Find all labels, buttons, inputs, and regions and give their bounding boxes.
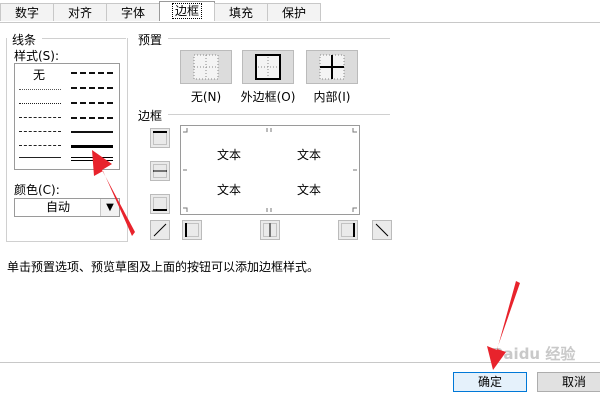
border-diagonal-up-button[interactable] <box>150 220 170 240</box>
preset-none-label: 无(N) <box>190 90 222 104</box>
tab-font[interactable]: 字体 <box>106 3 160 21</box>
line-style-dashed[interactable] <box>19 145 61 146</box>
border-diagonal-down-icon <box>375 223 389 237</box>
line-style-thin[interactable] <box>19 157 61 158</box>
border-preview[interactable]: 文本 文本 文本 文本 <box>180 125 360 215</box>
border-inside-vertical-icon <box>263 223 277 237</box>
line-style-list[interactable]: 无 <box>14 63 120 170</box>
tab-alignment[interactable]: 对齐 <box>53 3 107 21</box>
line-group-title: 线条 <box>12 33 37 47</box>
watermark: Baidu 经验 <box>492 345 576 363</box>
line-group-frame-left <box>6 38 7 242</box>
border-middle-vertical-button[interactable] <box>260 220 280 240</box>
preset-inside-label: 内部(I) <box>313 90 351 104</box>
border-diagonal-up-icon <box>153 223 167 237</box>
color-label: 颜色(C): <box>14 183 60 197</box>
border-inside-icon <box>319 54 345 80</box>
border-middle-horizontal-button[interactable] <box>150 161 170 181</box>
line-style-medium[interactable] <box>71 131 113 133</box>
preset-group-title: 预置 <box>138 33 163 47</box>
tab-bar: 数字 对齐 字体 边框 填充 保护 <box>0 0 600 23</box>
preset-none-button[interactable] <box>180 50 232 84</box>
color-value: 自动 <box>45 200 70 214</box>
border-right-button[interactable] <box>338 220 358 240</box>
line-style-medium-dash-dot-dot[interactable] <box>71 72 113 74</box>
border-bottom-icon <box>153 197 167 211</box>
preset-group-separator <box>168 38 390 39</box>
chevron-down-icon[interactable]: ▼ <box>100 199 119 216</box>
hint-text: 单击预置选项、预览草图及上面的按钮可以添加边框样式。 <box>7 260 320 274</box>
line-style-none[interactable]: 无 <box>33 66 45 83</box>
preset-outline-button[interactable] <box>242 50 294 84</box>
line-style-dotted[interactable] <box>19 103 61 104</box>
tab-border[interactable]: 边框 <box>159 1 215 21</box>
preset-inside-button[interactable] <box>306 50 358 84</box>
preset-outline-label: 外边框(O) <box>240 90 296 104</box>
color-dropdown[interactable]: 自动 ▼ <box>14 198 120 217</box>
preview-corner-marks <box>183 128 357 212</box>
border-right-icon <box>341 223 355 237</box>
line-group-separator <box>42 38 126 39</box>
line-group-frame-bottom <box>6 241 128 242</box>
border-outline-icon <box>255 54 281 80</box>
border-top-icon <box>153 131 167 145</box>
border-top-button[interactable] <box>150 128 170 148</box>
style-label: 样式(S): <box>14 49 60 63</box>
border-group-title: 边框 <box>138 109 163 123</box>
cancel-button[interactable]: 取消 <box>537 372 600 392</box>
tab-number[interactable]: 数字 <box>0 3 54 21</box>
line-style-medium-dash-dot[interactable] <box>71 102 113 104</box>
border-bottom-button[interactable] <box>150 194 170 214</box>
border-none-icon <box>193 54 219 80</box>
line-style-dash-dot-dot[interactable] <box>19 117 61 118</box>
line-style-medium-dashed[interactable] <box>71 117 113 119</box>
line-style-double[interactable] <box>71 157 113 161</box>
border-left-icon <box>185 223 199 237</box>
line-style-thick[interactable] <box>71 145 113 148</box>
tab-fill[interactable]: 填充 <box>214 3 268 21</box>
line-style-slant-dash-dot[interactable] <box>71 87 113 89</box>
border-left-button[interactable] <box>182 220 202 240</box>
border-inside-horizontal-icon <box>153 164 167 178</box>
border-diagonal-down-button[interactable] <box>372 220 392 240</box>
line-group-frame-right <box>127 38 128 242</box>
tab-protection[interactable]: 保护 <box>267 3 321 21</box>
line-style-dash-dot[interactable] <box>19 131 61 132</box>
border-group-separator <box>168 114 390 115</box>
line-style-hair[interactable] <box>19 89 61 90</box>
ok-button[interactable]: 确定 <box>453 372 527 392</box>
